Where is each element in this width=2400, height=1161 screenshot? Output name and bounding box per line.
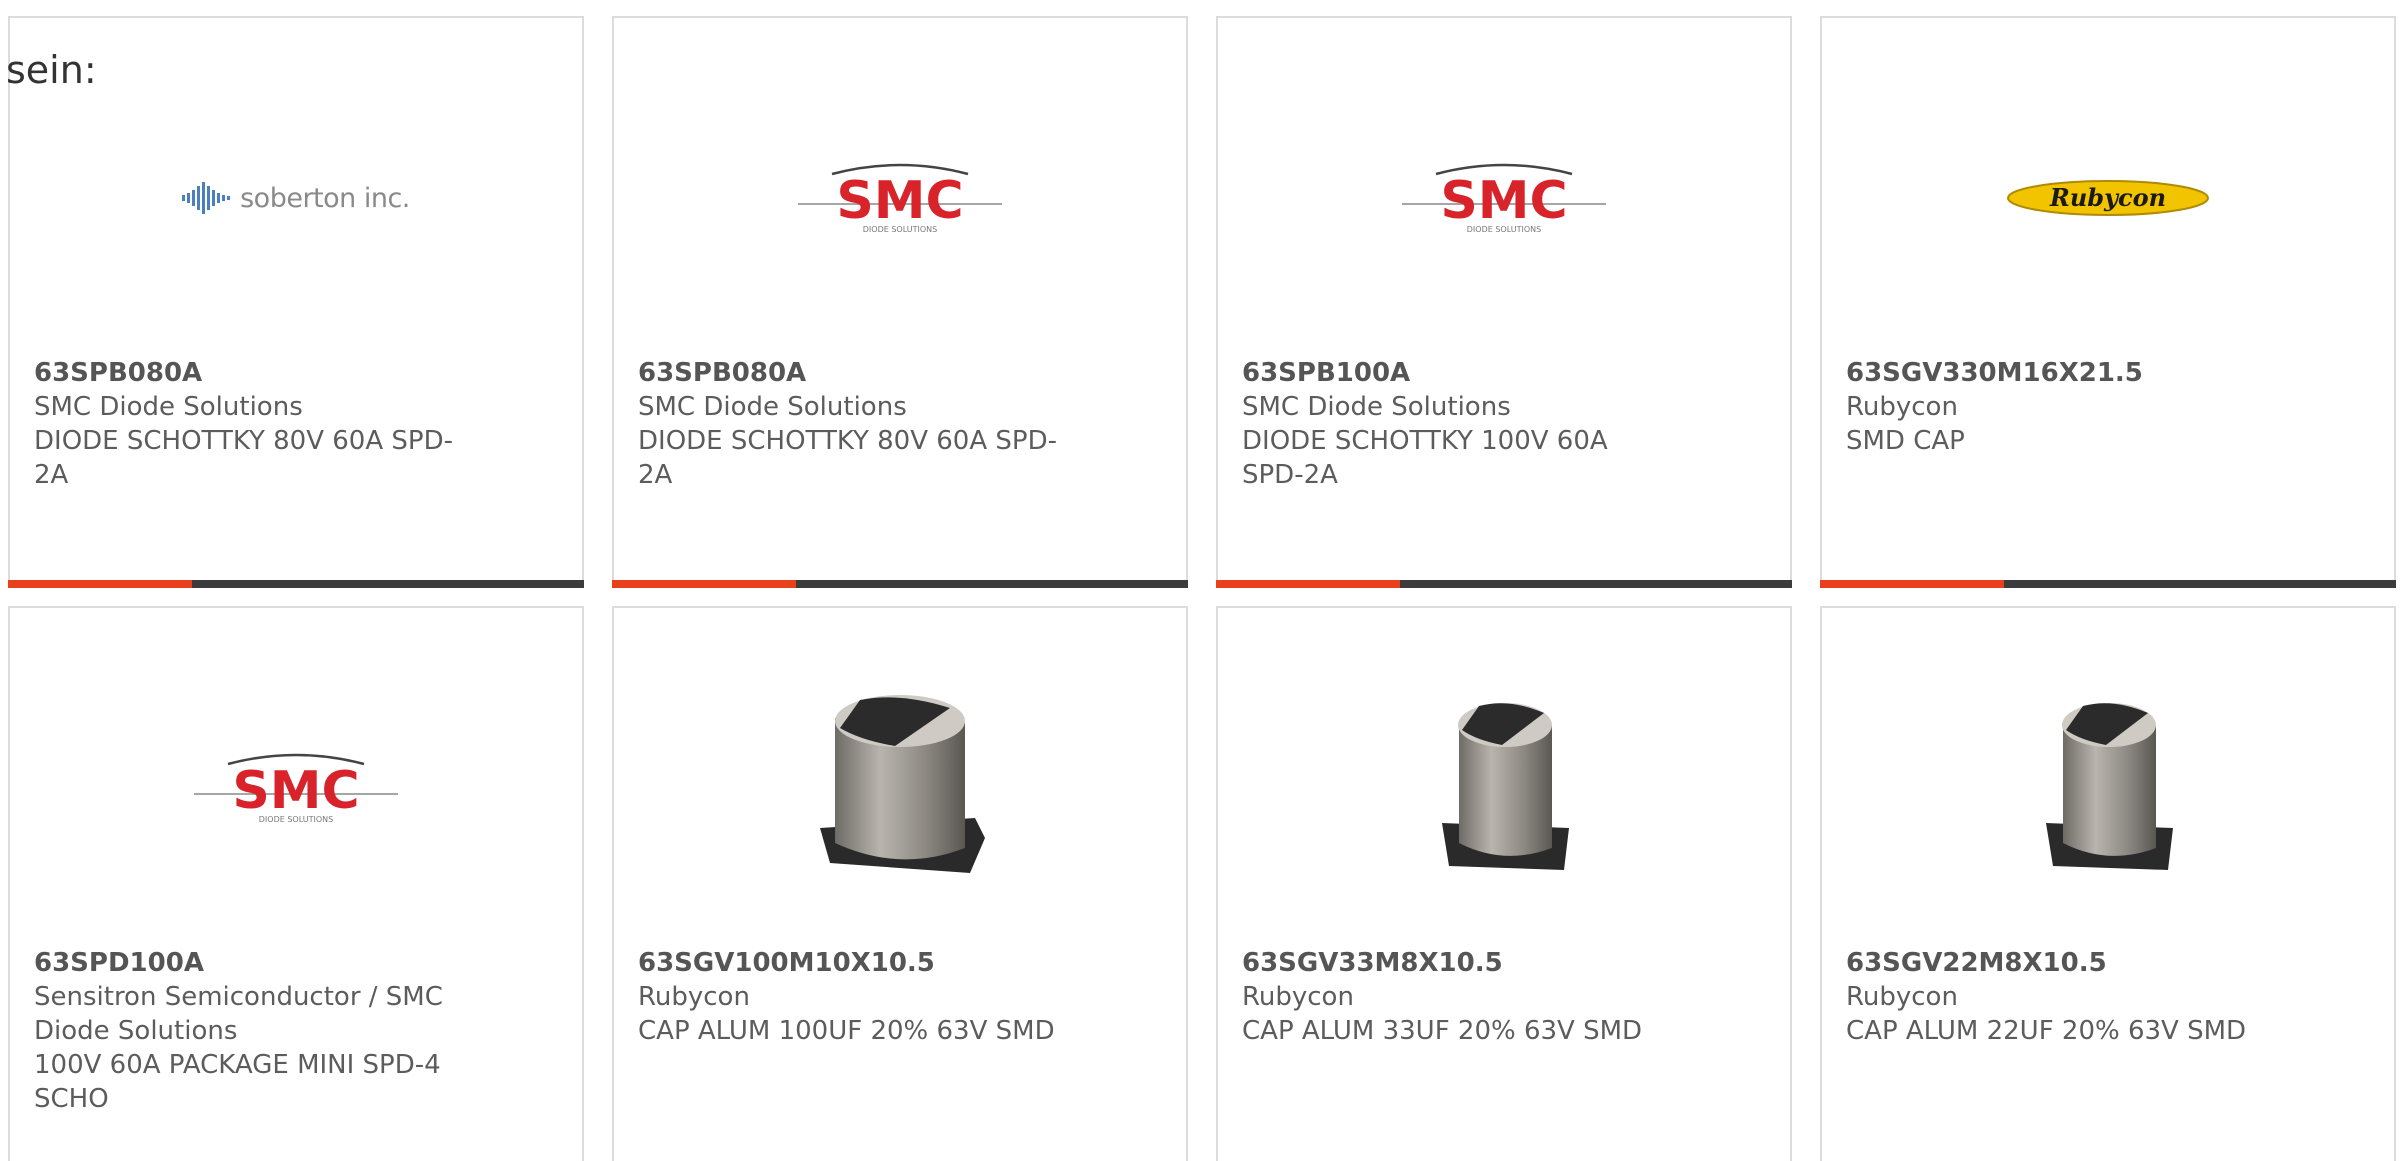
smc-logo-sub: DIODE SOLUTIONS bbox=[1467, 225, 1541, 234]
product-grid: soberton inc. 63SPB080A SMC Diode Soluti… bbox=[8, 16, 2400, 1161]
manufacturer-logo: SMC DIODE SOLUTIONS bbox=[614, 78, 1186, 318]
part-number[interactable]: 63SPB080A bbox=[34, 356, 474, 390]
smc-logo-text: SMC bbox=[836, 171, 963, 231]
card-accent-bar bbox=[8, 580, 192, 588]
part-number[interactable]: 63SGV330M16X21.5 bbox=[1846, 356, 2286, 390]
capacitor-image bbox=[2046, 703, 2173, 870]
product-description: DIODE SCHOTTKY 80V 60A SPD- bbox=[638, 426, 1057, 456]
smc-logo: SMC DIODE SOLUTIONS bbox=[798, 163, 1002, 234]
part-number[interactable]: 63SPB080A bbox=[638, 356, 1078, 390]
product-description-cont: SPD-2A bbox=[1242, 460, 1338, 490]
product-card[interactable]: soberton inc. 63SPB080A SMC Diode Soluti… bbox=[8, 16, 584, 588]
smc-logo: SMC DIODE SOLUTIONS bbox=[194, 753, 398, 824]
product-description-cont: 2A bbox=[638, 460, 673, 490]
part-number[interactable]: 63SPB100A bbox=[1242, 356, 1682, 390]
manufacturer-name: SMC Diode Solutions bbox=[638, 392, 907, 422]
product-description-cont: SCHO bbox=[34, 1084, 109, 1114]
manufacturer-name: SMC Diode Solutions bbox=[34, 392, 303, 422]
smc-logo-sub: DIODE SOLUTIONS bbox=[259, 815, 333, 824]
card-bottom-bar bbox=[1820, 580, 2396, 588]
product-card[interactable]: 63SGV22M8X10.5 Rubycon CAP ALUM 22UF 20%… bbox=[1820, 606, 2396, 1161]
product-info: 63SGV22M8X10.5 Rubycon CAP ALUM 22UF 20%… bbox=[1846, 946, 2286, 1048]
soundwave-icon bbox=[182, 182, 231, 214]
product-card[interactable]: Rubycon 63SGV330M16X21.5 Rubycon SMD CAP bbox=[1820, 16, 2396, 588]
smc-logo-sub: DIODE SOLUTIONS bbox=[863, 225, 937, 234]
rubycon-logo: Rubycon bbox=[2007, 180, 2209, 216]
manufacturer-name: Sensitron Semiconductor / SMC bbox=[34, 982, 443, 1012]
product-image bbox=[1218, 668, 1790, 908]
product-description: DIODE SCHOTTKY 80V 60A SPD- bbox=[34, 426, 453, 456]
manufacturer-name: Rubycon bbox=[1846, 982, 1958, 1012]
product-description: CAP ALUM 100UF 20% 63V SMD bbox=[638, 1016, 1055, 1046]
card-accent-bar bbox=[1216, 580, 1400, 588]
product-card[interactable]: 63SGV100M10X10.5 Rubycon CAP ALUM 100UF … bbox=[612, 606, 1188, 1161]
card-bottom-bar bbox=[612, 580, 1188, 588]
card-bottom-bar bbox=[1216, 580, 1792, 588]
page: soberton inc. 63SPB080A SMC Diode Soluti… bbox=[0, 0, 2400, 1161]
intro-text: sein: bbox=[6, 48, 97, 92]
product-card[interactable]: SMC DIODE SOLUTIONS 63SPB080A SMC Diode … bbox=[612, 16, 1188, 588]
capacitor-image bbox=[820, 695, 985, 873]
smc-logo-text: SMC bbox=[1440, 171, 1567, 231]
product-info: 63SGV33M8X10.5 Rubycon CAP ALUM 33UF 20%… bbox=[1242, 946, 1682, 1048]
product-card[interactable]: SMC DIODE SOLUTIONS 63SPD100A Sensitron … bbox=[8, 606, 584, 1161]
product-image bbox=[614, 668, 1186, 908]
capacitor-image bbox=[1442, 703, 1569, 870]
manufacturer-name: SMC Diode Solutions bbox=[1242, 392, 1511, 422]
product-description: CAP ALUM 33UF 20% 63V SMD bbox=[1242, 1016, 1643, 1046]
product-card[interactable]: 63SGV33M8X10.5 Rubycon CAP ALUM 33UF 20%… bbox=[1216, 606, 1792, 1161]
product-info: 63SPB080A SMC Diode Solutions DIODE SCHO… bbox=[34, 356, 474, 492]
product-description-cont: 2A bbox=[34, 460, 69, 490]
product-description-cont: 100V 60A PACKAGE MINI SPD-4 bbox=[34, 1050, 441, 1080]
soberton-logo-text: soberton inc. bbox=[240, 182, 410, 214]
product-description: DIODE SCHOTTKY 100V 60A bbox=[1242, 426, 1608, 456]
product-info: 63SGV330M16X21.5 Rubycon SMD CAP bbox=[1846, 356, 2286, 458]
smc-logo: SMC DIODE SOLUTIONS bbox=[1402, 163, 1606, 234]
manufacturer-name: Rubycon bbox=[638, 982, 750, 1012]
manufacturer-name: Rubycon bbox=[1242, 982, 1354, 1012]
smc-logo-text: SMC bbox=[232, 761, 359, 821]
product-card[interactable]: SMC DIODE SOLUTIONS 63SPB100A SMC Diode … bbox=[1216, 16, 1792, 588]
manufacturer-logo: soberton inc. bbox=[10, 78, 582, 318]
manufacturer-name: Rubycon bbox=[1846, 392, 1958, 422]
product-description: CAP ALUM 22UF 20% 63V SMD bbox=[1846, 1016, 2247, 1046]
part-number[interactable]: 63SPD100A bbox=[34, 946, 474, 980]
manufacturer-logo: SMC DIODE SOLUTIONS bbox=[1218, 78, 1790, 318]
part-number[interactable]: 63SGV33M8X10.5 bbox=[1242, 946, 1682, 980]
rubycon-logo-text: Rubycon bbox=[2049, 183, 2166, 212]
product-info: 63SGV100M10X10.5 Rubycon CAP ALUM 100UF … bbox=[638, 946, 1078, 1048]
card-bottom-bar bbox=[8, 580, 584, 588]
manufacturer-logo: SMC DIODE SOLUTIONS bbox=[10, 668, 582, 908]
manufacturer-logo: Rubycon bbox=[1822, 78, 2394, 318]
card-accent-bar bbox=[612, 580, 796, 588]
part-number[interactable]: 63SGV22M8X10.5 bbox=[1846, 946, 2286, 980]
card-accent-bar bbox=[1820, 580, 2004, 588]
product-info: 63SPB100A SMC Diode Solutions DIODE SCHO… bbox=[1242, 356, 1682, 492]
product-description: SMD CAP bbox=[1846, 426, 1965, 456]
part-number[interactable]: 63SGV100M10X10.5 bbox=[638, 946, 1078, 980]
product-image bbox=[1822, 668, 2394, 908]
product-info: 63SPB080A SMC Diode Solutions DIODE SCHO… bbox=[638, 356, 1078, 492]
product-description: Diode Solutions bbox=[34, 1016, 238, 1046]
product-info: 63SPD100A Sensitron Semiconductor / SMC … bbox=[34, 946, 474, 1116]
soberton-logo: soberton inc. bbox=[182, 180, 410, 216]
